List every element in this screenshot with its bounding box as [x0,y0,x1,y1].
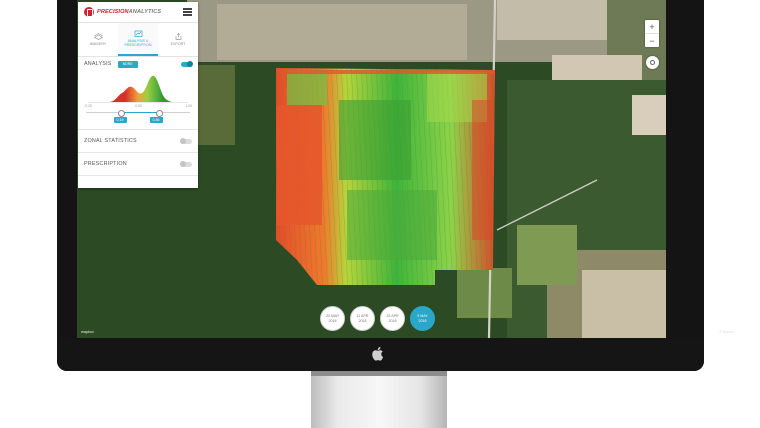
low-value-badge[interactable]: 0.19 [113,117,127,124]
range-scale: -0.25 0.00 1.00 [84,104,192,108]
mapbox-logo: mapbox [81,330,94,334]
zonal-statistics-row[interactable]: ZONAL STATISTICS [78,130,198,154]
panel-header: PRECISIONANALYTICS [78,2,198,23]
analysis-label: ANALYSIS [84,61,112,67]
zoom-in-button[interactable]: + [645,20,659,33]
panel-tabs: IMAGERY ANALYSIS & PRESCRIPTION EXPORT [78,23,198,57]
locate-icon [650,60,655,65]
slider-low-handle[interactable] [118,110,126,117]
date-selector: 20 MAR 2018 11 APR 2018 25 APR 2018 9 MA… [320,306,435,331]
prescription-row[interactable]: PRESCRIPTION [78,153,198,177]
tab-export[interactable]: EXPORT [158,23,198,56]
map-attribution[interactable]: © Mapbox [719,330,734,334]
zonal-statistics-label: ZONAL STATISTICS [84,138,137,145]
range-values: 0.19 0.86 [78,117,198,124]
zoom-control: + − [645,20,659,47]
layers-icon [93,33,103,40]
locate-button[interactable] [646,56,659,69]
zoom-out-button[interactable]: − [645,33,659,47]
brand-logo-icon [84,7,94,17]
date-bubble[interactable]: 25 APR 2018 [380,306,405,331]
export-icon [175,33,181,40]
analysis-row: ANALYSIS NDRE [78,57,198,71]
date-bubble[interactable]: 20 MAR 2018 [320,306,345,331]
analysis-mode-button[interactable]: NDRE [117,60,138,68]
prescription-label: PRESCRIPTION [84,161,127,168]
monitor-stand [311,371,447,428]
monitor-stand-neck [311,371,447,376]
date-bubble[interactable]: 11 APR 2018 [350,306,375,331]
slider-high-handle[interactable] [155,110,163,117]
date-bubble-active[interactable]: 9 MAY 2018 [410,306,435,331]
zonal-statistics-toggle[interactable] [180,137,192,144]
brand-name: PRECISIONANALYTICS [97,9,162,15]
prescription-toggle[interactable] [180,160,192,167]
analysis-panel: PRECISIONANALYTICS ‹ IMAGERY ANALYSIS & … [78,2,201,188]
high-value-badge[interactable]: 0.86 [149,117,163,124]
index-histogram [88,75,188,103]
range-slider[interactable] [86,109,190,117]
analysis-toggle[interactable] [181,60,193,67]
apple-logo-icon [372,346,384,361]
chart-icon [134,30,142,37]
tab-imagery[interactable]: IMAGERY [78,23,118,56]
hamburger-menu-icon[interactable] [183,8,192,16]
collapse-panel-icon[interactable]: ‹ [199,8,201,15]
tab-analysis-prescription[interactable]: ANALYSIS & PRESCRIPTION [118,23,158,56]
range-fill [121,112,159,113]
